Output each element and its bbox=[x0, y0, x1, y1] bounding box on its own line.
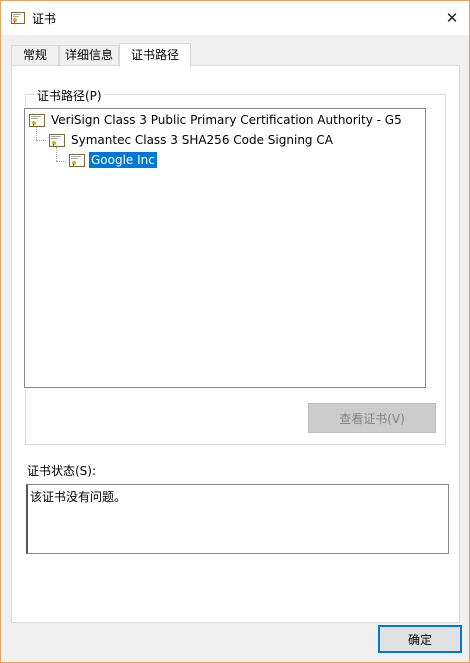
tree-item-intermediate[interactable]: Symantec Class 3 SHA256 Code Signing CA bbox=[49, 131, 335, 149]
tree-item-label: VeriSign Class 3 Public Primary Certific… bbox=[51, 113, 402, 127]
title-bar: 证书 ✕ bbox=[1, 1, 469, 35]
certificate-dialog: 证书 ✕ 常规 详细信息 证书路径 证书路径(P) VeriSign Class… bbox=[0, 0, 470, 663]
ok-button[interactable]: 确定 bbox=[378, 625, 462, 653]
tree-item-label: Symantec Class 3 SHA256 Code Signing CA bbox=[71, 133, 333, 147]
view-certificate-button[interactable]: 查看证书(V) bbox=[308, 403, 436, 433]
cert-path-tree[interactable]: VeriSign Class 3 Public Primary Certific… bbox=[24, 108, 426, 388]
close-icon: ✕ bbox=[445, 9, 459, 27]
cert-status-textbox[interactable]: 该证书没有问题。 bbox=[26, 484, 449, 554]
cert-path-group-label: 证书路径(P) bbox=[34, 87, 105, 104]
window-title: 证书 bbox=[32, 12, 57, 26]
cert-status-label: 证书状态(S): bbox=[27, 464, 97, 478]
cert-status-text: 该证书没有问题。 bbox=[30, 490, 127, 504]
tab-details[interactable]: 详细信息 bbox=[59, 45, 119, 66]
certificate-icon bbox=[49, 133, 65, 147]
tree-connector bbox=[56, 147, 57, 161]
tab-panel: 证书路径(P) VeriSign Class 3 Public Primary … bbox=[11, 65, 460, 623]
certificate-icon bbox=[11, 12, 25, 24]
tree-item-root[interactable]: VeriSign Class 3 Public Primary Certific… bbox=[29, 111, 404, 129]
close-button[interactable]: ✕ bbox=[435, 1, 469, 35]
tree-item-label: Google Inc bbox=[89, 152, 157, 168]
tree-item-leaf[interactable]: Google Inc bbox=[69, 151, 157, 169]
certificate-icon bbox=[29, 113, 45, 127]
tree-connector bbox=[36, 140, 46, 141]
tab-general[interactable]: 常规 bbox=[11, 45, 59, 66]
tab-certification-path[interactable]: 证书路径 bbox=[119, 43, 191, 67]
certificate-icon bbox=[69, 153, 85, 167]
tree-connector bbox=[56, 161, 66, 162]
